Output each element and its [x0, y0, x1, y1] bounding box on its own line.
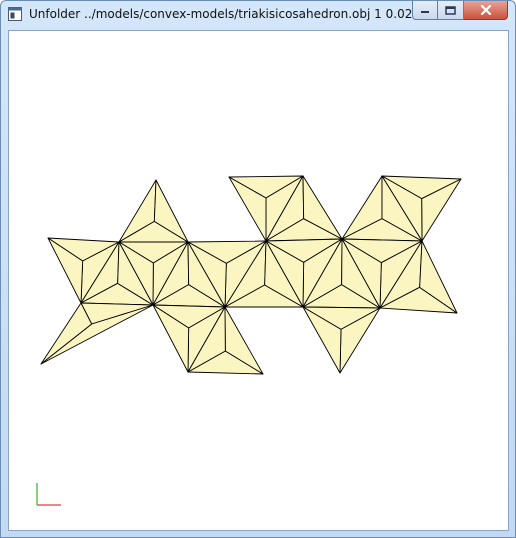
axes-gizmo-icon: [36, 483, 61, 506]
render-viewport[interactable]: [8, 30, 509, 531]
maximize-button[interactable]: [438, 1, 464, 20]
minimize-icon: [421, 11, 429, 13]
window-controls: [412, 1, 508, 21]
app-icon: [8, 7, 22, 21]
close-icon: [480, 5, 491, 15]
title-bar[interactable]: Unfolder ../models/convex-models/triakis…: [1, 1, 515, 29]
unfolded-net: [40, 175, 462, 375]
app-window: Unfolder ../models/convex-models/triakis…: [0, 0, 516, 538]
unfolding-canvas[interactable]: [9, 31, 508, 530]
window-title: Unfolder ../models/convex-models/triakis…: [29, 7, 413, 21]
maximize-icon: [445, 5, 456, 15]
close-button[interactable]: [464, 1, 508, 20]
minimize-button[interactable]: [412, 1, 438, 20]
